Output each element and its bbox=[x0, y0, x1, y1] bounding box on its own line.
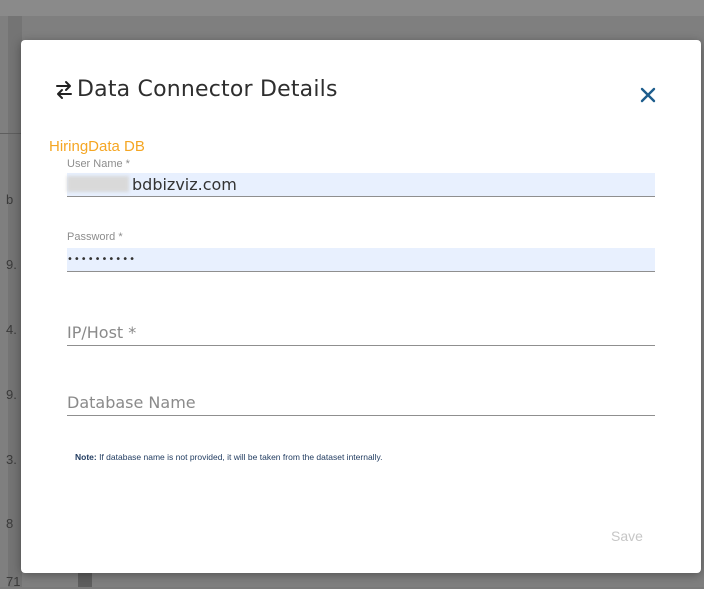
swap-arrows-icon bbox=[56, 80, 72, 99]
background-row-mark: 3. bbox=[6, 452, 17, 467]
connector-name-label: HiringData DB bbox=[49, 138, 145, 155]
background-scroll-block bbox=[78, 571, 92, 587]
background-divider bbox=[0, 133, 22, 134]
background-row-mark: 9. bbox=[6, 387, 17, 402]
save-button[interactable]: Save bbox=[611, 528, 643, 544]
close-icon[interactable] bbox=[637, 84, 659, 106]
password-field-group: Password * bbox=[67, 231, 655, 272]
redacted-username-prefix bbox=[67, 176, 129, 192]
background-row-mark: 9. bbox=[6, 257, 17, 272]
close-button[interactable] bbox=[637, 84, 659, 106]
background-row-mark: 4. bbox=[6, 322, 17, 337]
host-field-group bbox=[67, 320, 655, 346]
data-connector-modal: Data Connector Details HiringData DB Use… bbox=[21, 40, 701, 573]
password-label: Password * bbox=[67, 231, 123, 243]
modal-title: Data Connector Details bbox=[77, 77, 338, 102]
database-note: Note: If database name is not provided, … bbox=[75, 452, 382, 462]
note-prefix: Note: bbox=[75, 452, 97, 462]
database-name-input[interactable] bbox=[67, 390, 655, 416]
username-label: User Name * bbox=[67, 158, 130, 170]
host-input[interactable] bbox=[67, 320, 655, 346]
background-strip bbox=[8, 16, 22, 587]
username-input[interactable] bbox=[67, 173, 655, 197]
note-text: If database name is not provided, it wil… bbox=[96, 452, 383, 462]
background-row-mark: 8 bbox=[6, 516, 14, 531]
password-input[interactable] bbox=[67, 248, 655, 272]
database-field-group bbox=[67, 390, 655, 416]
background-row-mark: b bbox=[6, 192, 14, 207]
username-field-group: User Name * bbox=[67, 158, 655, 197]
modal-header: Data Connector Details bbox=[54, 77, 338, 102]
